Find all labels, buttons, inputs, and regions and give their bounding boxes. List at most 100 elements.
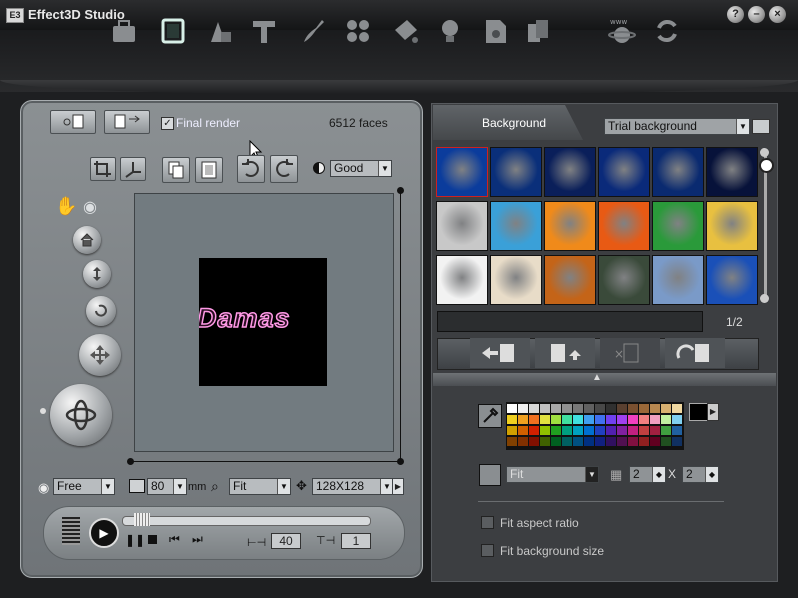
color-swatch[interactable]	[529, 437, 539, 446]
export-icon[interactable]	[520, 12, 554, 50]
ruler-handle-corner[interactable]	[397, 458, 404, 465]
ruler-handle-left[interactable]	[127, 458, 134, 465]
step-field[interactable]: 1	[341, 533, 371, 549]
color-swatch[interactable]	[584, 437, 594, 446]
folder-icon[interactable]	[752, 119, 770, 134]
color-swatch[interactable]	[661, 437, 671, 446]
background-source-select[interactable]: Trial background ▼	[604, 118, 750, 135]
color-swatch[interactable]	[518, 415, 528, 424]
fit-background-size-checkbox[interactable]	[481, 544, 494, 557]
color-swatch[interactable]	[606, 437, 616, 446]
projection-select[interactable]: Free ▼	[53, 478, 115, 495]
background-thumbnail[interactable]	[652, 147, 704, 197]
paste-button[interactable]	[195, 157, 223, 183]
background-thumbnail[interactable]	[652, 255, 704, 305]
add-background-button[interactable]	[470, 338, 530, 368]
color-swatch[interactable]	[518, 437, 528, 446]
color-swatch[interactable]	[595, 415, 605, 424]
color-swatch[interactable]	[617, 404, 627, 413]
delete-background-button[interactable]: ×	[600, 338, 660, 368]
color-swatch[interactable]	[540, 404, 550, 413]
briefcase-icon[interactable]	[107, 12, 141, 50]
frame-icon[interactable]	[156, 12, 190, 50]
background-thumbnail[interactable]	[544, 255, 596, 305]
background-thumbnail[interactable]	[706, 147, 758, 197]
replace-scene-button[interactable]	[104, 110, 150, 134]
color-swatch[interactable]	[518, 404, 528, 413]
color-swatch[interactable]	[529, 426, 539, 435]
background-thumbnail[interactable]	[490, 201, 542, 251]
zoom-select[interactable]: Fit ▼	[229, 478, 291, 495]
timeline-track[interactable]	[122, 516, 371, 526]
color-swatch[interactable]	[529, 415, 539, 424]
depth-field[interactable]: 80 ▼	[147, 478, 187, 495]
eye-icon[interactable]: ◉	[83, 197, 97, 217]
brush-icon[interactable]	[296, 12, 330, 50]
color-swatch[interactable]	[617, 437, 627, 446]
color-swatch[interactable]	[639, 404, 649, 413]
redo-button[interactable]	[270, 155, 298, 183]
color-swatch[interactable]	[639, 415, 649, 424]
color-swatch[interactable]	[672, 404, 682, 413]
scrollbar-thumb[interactable]	[759, 158, 774, 173]
timeline-slider-thumb[interactable]	[134, 513, 150, 526]
color-swatch[interactable]	[551, 426, 561, 435]
background-thumbnail[interactable]	[706, 201, 758, 251]
color-swatch[interactable]	[529, 404, 539, 413]
background-thumbnail[interactable]	[490, 147, 542, 197]
frame-count-field[interactable]: 40	[271, 533, 301, 549]
color-swatch[interactable]	[595, 404, 605, 413]
background-thumbnail[interactable]	[706, 255, 758, 305]
bulb-icon[interactable]	[433, 12, 467, 50]
color-swatch[interactable]	[650, 404, 660, 413]
color-swatch[interactable]	[639, 426, 649, 435]
tiles-x-field[interactable]: 2 ◆	[629, 466, 666, 483]
background-thumbnail[interactable]	[544, 147, 596, 197]
gear-doc-icon[interactable]	[478, 12, 512, 50]
selected-color-swatch[interactable]	[689, 403, 708, 421]
color-swatch[interactable]	[650, 437, 660, 446]
color-swatch[interactable]	[584, 415, 594, 424]
color-swatch[interactable]	[639, 437, 649, 446]
color-swatch[interactable]	[551, 404, 561, 413]
color-more-button[interactable]: ▶	[707, 403, 719, 421]
final-render-checkbox[interactable]: ✓	[161, 117, 174, 130]
panel-splitter[interactable]	[433, 373, 776, 386]
color-swatch[interactable]	[672, 415, 682, 424]
resolution-select[interactable]: 128X128 ▼	[312, 478, 394, 495]
background-thumbnail[interactable]	[598, 147, 650, 197]
color-swatch[interactable]	[661, 404, 671, 413]
color-swatch[interactable]	[606, 426, 616, 435]
scroll-down-icon[interactable]	[760, 294, 769, 303]
refresh-icon[interactable]	[650, 12, 684, 50]
dots-icon[interactable]	[341, 12, 375, 50]
color-swatch[interactable]	[507, 404, 517, 413]
background-thumbnail[interactable]	[598, 255, 650, 305]
undo-button[interactable]	[237, 155, 265, 183]
color-swatch[interactable]	[628, 426, 638, 435]
color-swatch[interactable]	[672, 437, 682, 446]
shapes-icon[interactable]	[203, 12, 237, 50]
previous-frame-icon[interactable]: ⏮	[169, 532, 180, 547]
save-background-button[interactable]	[665, 338, 725, 368]
tile-mode-button[interactable]	[479, 464, 501, 486]
pan-button[interactable]	[79, 334, 121, 376]
pause-icon[interactable]: ❚❚	[125, 533, 145, 547]
play-button[interactable]: ▶	[89, 518, 119, 548]
background-thumbnail[interactable]	[652, 201, 704, 251]
color-swatch[interactable]	[540, 437, 550, 446]
color-swatch[interactable]	[628, 404, 638, 413]
stop-icon[interactable]	[148, 535, 157, 544]
next-frame-icon[interactable]: ⏭	[192, 532, 203, 547]
minimize-button[interactable]: –	[748, 6, 765, 23]
color-swatch[interactable]	[573, 426, 583, 435]
new-scene-button[interactable]	[50, 110, 96, 134]
www-globe-icon[interactable]: www	[605, 12, 639, 50]
color-swatch[interactable]	[507, 437, 517, 446]
import-background-button[interactable]	[535, 338, 595, 368]
color-swatch[interactable]	[540, 415, 550, 424]
color-swatch[interactable]	[551, 415, 561, 424]
tiles-y-field[interactable]: 2 ◆	[682, 466, 719, 483]
color-swatch[interactable]	[595, 437, 605, 446]
color-swatch[interactable]	[518, 426, 528, 435]
